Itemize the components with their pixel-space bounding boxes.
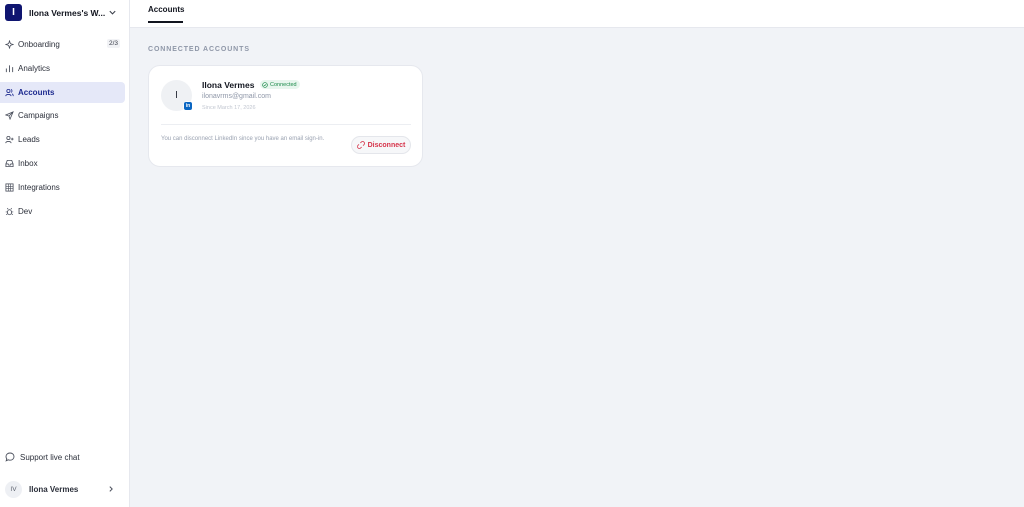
bar-chart-icon [5,65,14,72]
sidebar-item-label: Leads [18,135,40,145]
tab-accounts[interactable]: Accounts [148,5,184,14]
chat-bubble-icon [5,452,15,462]
status-label: Connected [270,81,297,88]
sidebar-item-label: Dev [18,206,33,216]
account-email: ilonavrms@gmail.com [202,93,271,100]
sidebar-item-leads[interactable]: Leads [0,129,125,150]
sidebar-item-accounts[interactable]: Accounts [0,81,125,103]
users-icon [5,88,14,96]
disconnect-button[interactable]: Disconnect [351,136,411,154]
chevron-down-icon [109,10,116,15]
unlink-icon [356,141,365,149]
card-divider [161,124,411,125]
top-bar: Accounts [130,0,1024,28]
support-label: Support live chat [20,452,80,462]
user-menu[interactable]: IV Ilona Vermes [5,481,121,498]
connected-account-card: I in Ilona Vermes Connected ilonavrms@gm… [148,65,423,167]
sparkle-icon [5,40,14,49]
sidebar-item-campaigns[interactable]: Campaigns [0,105,125,126]
user-plus-icon [5,136,14,144]
sidebar-item-label: Analytics [18,63,51,73]
send-icon [5,111,14,121]
sidebar-item-label: Integrations [18,182,60,192]
workspace-name: Ilona Vermes's W... [29,7,106,18]
disconnect-notice: You can disconnect LinkedIn since you ha… [161,136,325,142]
chevron-right-icon [109,486,113,492]
sidebar-item-label: Campaigns [18,111,59,121]
status-badge: Connected [260,80,300,89]
check-circle-icon [262,81,268,88]
active-tab-indicator [148,21,183,23]
sidebar-item-label: Accounts [18,87,55,97]
account-since: Since March 17, 2026 [202,105,256,111]
onboarding-progress-badge: 2/3 [106,39,120,48]
linkedin-icon: in [183,101,193,111]
sidebar-item-label: Inbox [18,158,38,168]
sidebar-item-dev[interactable]: Dev [0,201,125,222]
sidebar-item-analytics[interactable]: Analytics [0,58,125,79]
sidebar-item-label: Onboarding [18,40,60,49]
avatar: IV [5,481,22,498]
sidebar-item-integrations[interactable]: Integrations [0,177,125,198]
section-title: CONNECTED ACCOUNTS [148,46,250,53]
bug-icon [5,207,14,215]
user-name: Ilona Vermes [29,485,79,494]
account-name: Ilona Vermes [202,80,255,90]
inbox-icon [5,159,14,168]
linkedin-badge-text: in [184,102,192,110]
workspace-switcher[interactable]: I Ilona Vermes's W... [5,3,123,22]
sidebar-item-inbox[interactable]: Inbox [0,153,125,174]
disconnect-label: Disconnect [367,141,406,149]
workspace-badge: I [5,4,22,21]
support-chat-button[interactable]: Support live chat [5,452,80,462]
sidebar-item-onboarding[interactable]: Onboarding 2/3 [0,34,125,55]
sidebar: I Ilona Vermes's W... Onboarding 2/3 Ana… [0,0,130,507]
grid-icon [5,183,14,192]
sidebar-nav: Onboarding 2/3 Analytics Accounts Campai… [0,34,129,224]
